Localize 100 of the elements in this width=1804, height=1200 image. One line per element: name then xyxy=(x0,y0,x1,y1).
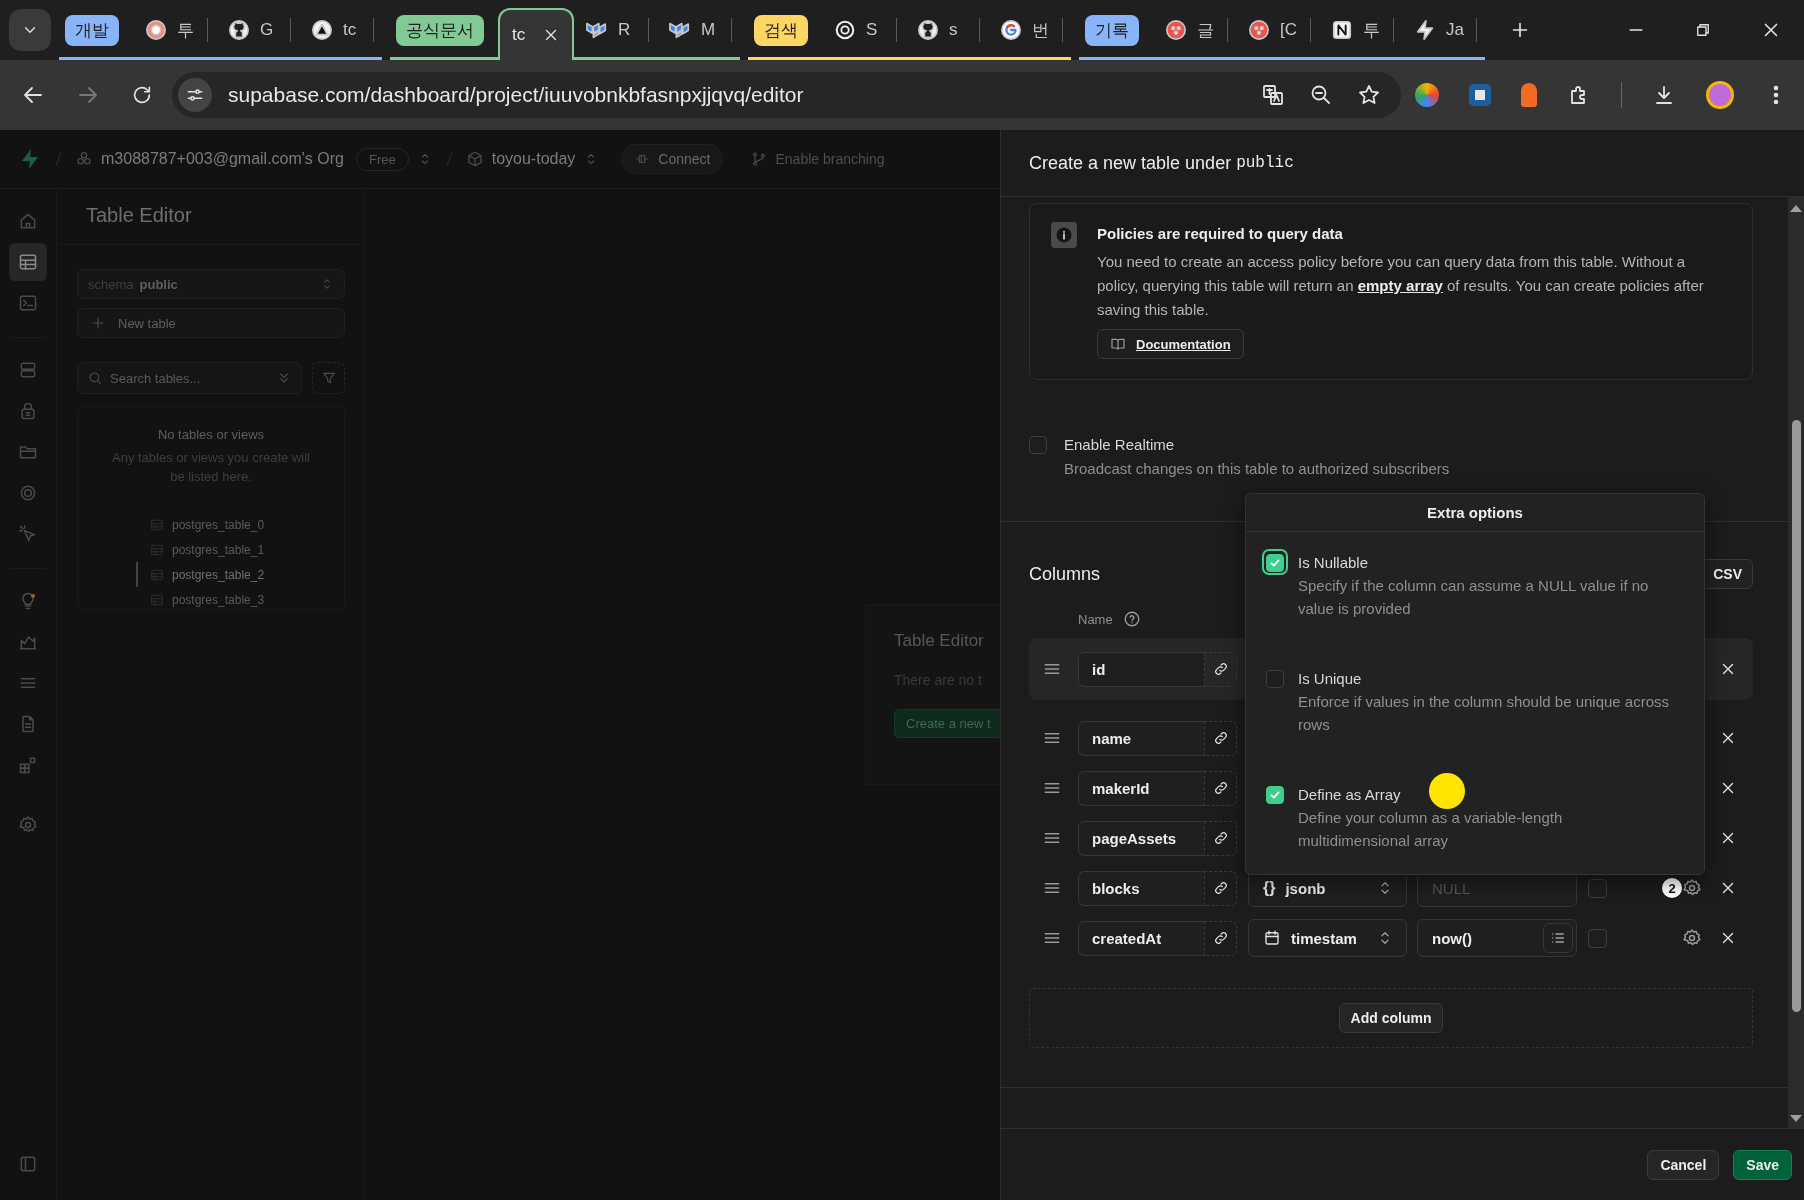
favicon-icon xyxy=(1331,19,1353,41)
favicon-icon xyxy=(311,19,333,41)
settings-icon[interactable] xyxy=(1682,928,1702,948)
cube-icon xyxy=(465,150,484,168)
extension-icon[interactable] xyxy=(1521,83,1537,107)
column-name-field[interactable]: createdAt xyxy=(1078,920,1204,956)
browser-tab[interactable]: 글 xyxy=(1153,8,1219,52)
tab-group-label[interactable]: 개발 xyxy=(65,14,119,46)
browser-tab[interactable]: R xyxy=(574,8,640,52)
lock-icon xyxy=(18,401,38,421)
empty-array-link[interactable]: empty array xyxy=(1357,277,1443,294)
checkbox[interactable] xyxy=(1266,670,1284,688)
column-header: Name xyxy=(1078,611,1113,627)
scrollbar[interactable] xyxy=(1788,197,1804,1128)
zoom-icon[interactable] xyxy=(1309,83,1333,107)
link-icon[interactable] xyxy=(1212,730,1229,746)
column-type-select[interactable]: timestam xyxy=(1248,919,1407,957)
link-button[interactable] xyxy=(1204,820,1237,856)
browser-tab[interactable]: [C xyxy=(1236,8,1302,52)
sidebar-item[interactable] xyxy=(9,243,47,281)
link-icon[interactable] xyxy=(1212,661,1229,677)
table-icon xyxy=(150,592,164,607)
browser-tab[interactable]: Ja xyxy=(1402,8,1468,52)
ring-icon xyxy=(18,483,38,503)
settings-icon[interactable] xyxy=(1682,878,1702,898)
reload-icon[interactable] xyxy=(131,84,153,106)
option-description: Broadcast changes on this table to authorized subscribers xyxy=(1064,459,1450,479)
card-title: Table Editor xyxy=(894,631,985,651)
project-name[interactable]: toyou-today xyxy=(491,150,576,168)
favicon-icon xyxy=(834,19,856,41)
site-info-icon[interactable] xyxy=(178,78,212,112)
profile-avatar[interactable] xyxy=(1706,81,1734,109)
link-icon[interactable] xyxy=(1212,930,1229,946)
column-name-field[interactable]: id xyxy=(1078,651,1204,687)
table-icon xyxy=(150,517,164,532)
default-value-field[interactable]: now() xyxy=(1417,919,1577,957)
add-column-button[interactable]: Add column xyxy=(1338,1003,1444,1033)
table-list-item[interactable]: postgres_table_2 xyxy=(136,562,265,587)
option-description: Specify if the column can assume a NULL value if no value is provided xyxy=(1298,576,1650,619)
help-icon[interactable] xyxy=(1122,610,1141,628)
link-button[interactable] xyxy=(1204,920,1237,956)
table-icon xyxy=(150,542,164,557)
info-title: Policies are required to query data xyxy=(1097,224,1344,244)
browser-tab[interactable]: 투 xyxy=(1319,8,1385,52)
link-button[interactable] xyxy=(1204,720,1237,756)
option-label: Enable Realtime xyxy=(1064,435,1176,455)
blocks-icon xyxy=(18,755,38,775)
option-label: Define as Array xyxy=(1298,785,1401,805)
extension-icon[interactable] xyxy=(1415,83,1439,107)
browser-tab[interactable]: 투 xyxy=(133,8,199,52)
search-field[interactable]: Search tables... xyxy=(77,362,302,394)
browser-tab[interactable]: M xyxy=(657,8,723,52)
settings-icon xyxy=(18,815,38,835)
filter-icon xyxy=(320,370,337,386)
browser-tab[interactable]: S xyxy=(822,8,888,52)
browser-tab[interactable]: tc xyxy=(299,8,365,52)
favicon-icon xyxy=(1000,19,1022,41)
star-icon[interactable] xyxy=(1357,83,1381,107)
option-label: Is Unique xyxy=(1298,669,1362,689)
column-name-field[interactable]: pageAssets xyxy=(1078,820,1204,856)
schema-value: public xyxy=(139,276,178,292)
translate-icon[interactable] xyxy=(1261,83,1285,107)
favicon-icon xyxy=(1248,19,1270,41)
checkbox[interactable] xyxy=(1588,878,1607,898)
link-icon[interactable] xyxy=(1212,880,1229,896)
count-badge: 2 xyxy=(1662,878,1682,898)
option-label: Is Nullable xyxy=(1298,553,1369,573)
cancel-button[interactable]: Cancel xyxy=(1647,1149,1720,1180)
suggestions-button[interactable] xyxy=(1543,923,1573,953)
favicon-icon xyxy=(228,19,250,41)
org-icon xyxy=(75,150,93,168)
documentation-button[interactable]: Documentation xyxy=(1097,329,1244,359)
tab-group-label[interactable]: 기록 xyxy=(1085,14,1139,46)
org-name[interactable]: m3088787+003@gmail.com's Org xyxy=(101,150,344,168)
link-icon[interactable] xyxy=(1212,830,1229,846)
plus-icon xyxy=(90,315,106,331)
tab-group-label[interactable]: 검색 xyxy=(754,14,808,46)
tab-group-label[interactable]: 공식문서 xyxy=(396,14,484,46)
extension-icon[interactable] xyxy=(1469,84,1491,106)
checkbox[interactable] xyxy=(1588,928,1607,948)
browser-tab[interactable]: 번 xyxy=(988,8,1054,52)
database-icon xyxy=(18,360,38,380)
browser-tab[interactable]: s xyxy=(905,8,971,52)
empty-title: No tables or views xyxy=(156,427,266,442)
panel-icon xyxy=(18,1154,38,1174)
address-bar[interactable]: supabase.com/dashboard/project/iuuvobnkbfasnpxjjqvq/editor xyxy=(172,72,1401,118)
link-button[interactable] xyxy=(1204,651,1237,687)
checkbox[interactable] xyxy=(1029,436,1047,454)
column-name-field[interactable]: makerId xyxy=(1078,770,1204,806)
column-name-field[interactable]: blocks xyxy=(1078,870,1204,906)
browser-tab[interactable]: tc xyxy=(498,8,574,60)
list-icon[interactable] xyxy=(1550,930,1566,946)
column-name-field[interactable]: name xyxy=(1078,720,1204,756)
link-button[interactable] xyxy=(1204,870,1237,906)
link-icon[interactable] xyxy=(1212,780,1229,796)
restore-icon[interactable] xyxy=(1694,21,1712,39)
braces-icon: {} xyxy=(1263,879,1276,897)
link-button[interactable] xyxy=(1204,770,1237,806)
browser-tab[interactable]: G xyxy=(216,8,282,52)
save-button[interactable]: Save xyxy=(1733,1149,1792,1180)
